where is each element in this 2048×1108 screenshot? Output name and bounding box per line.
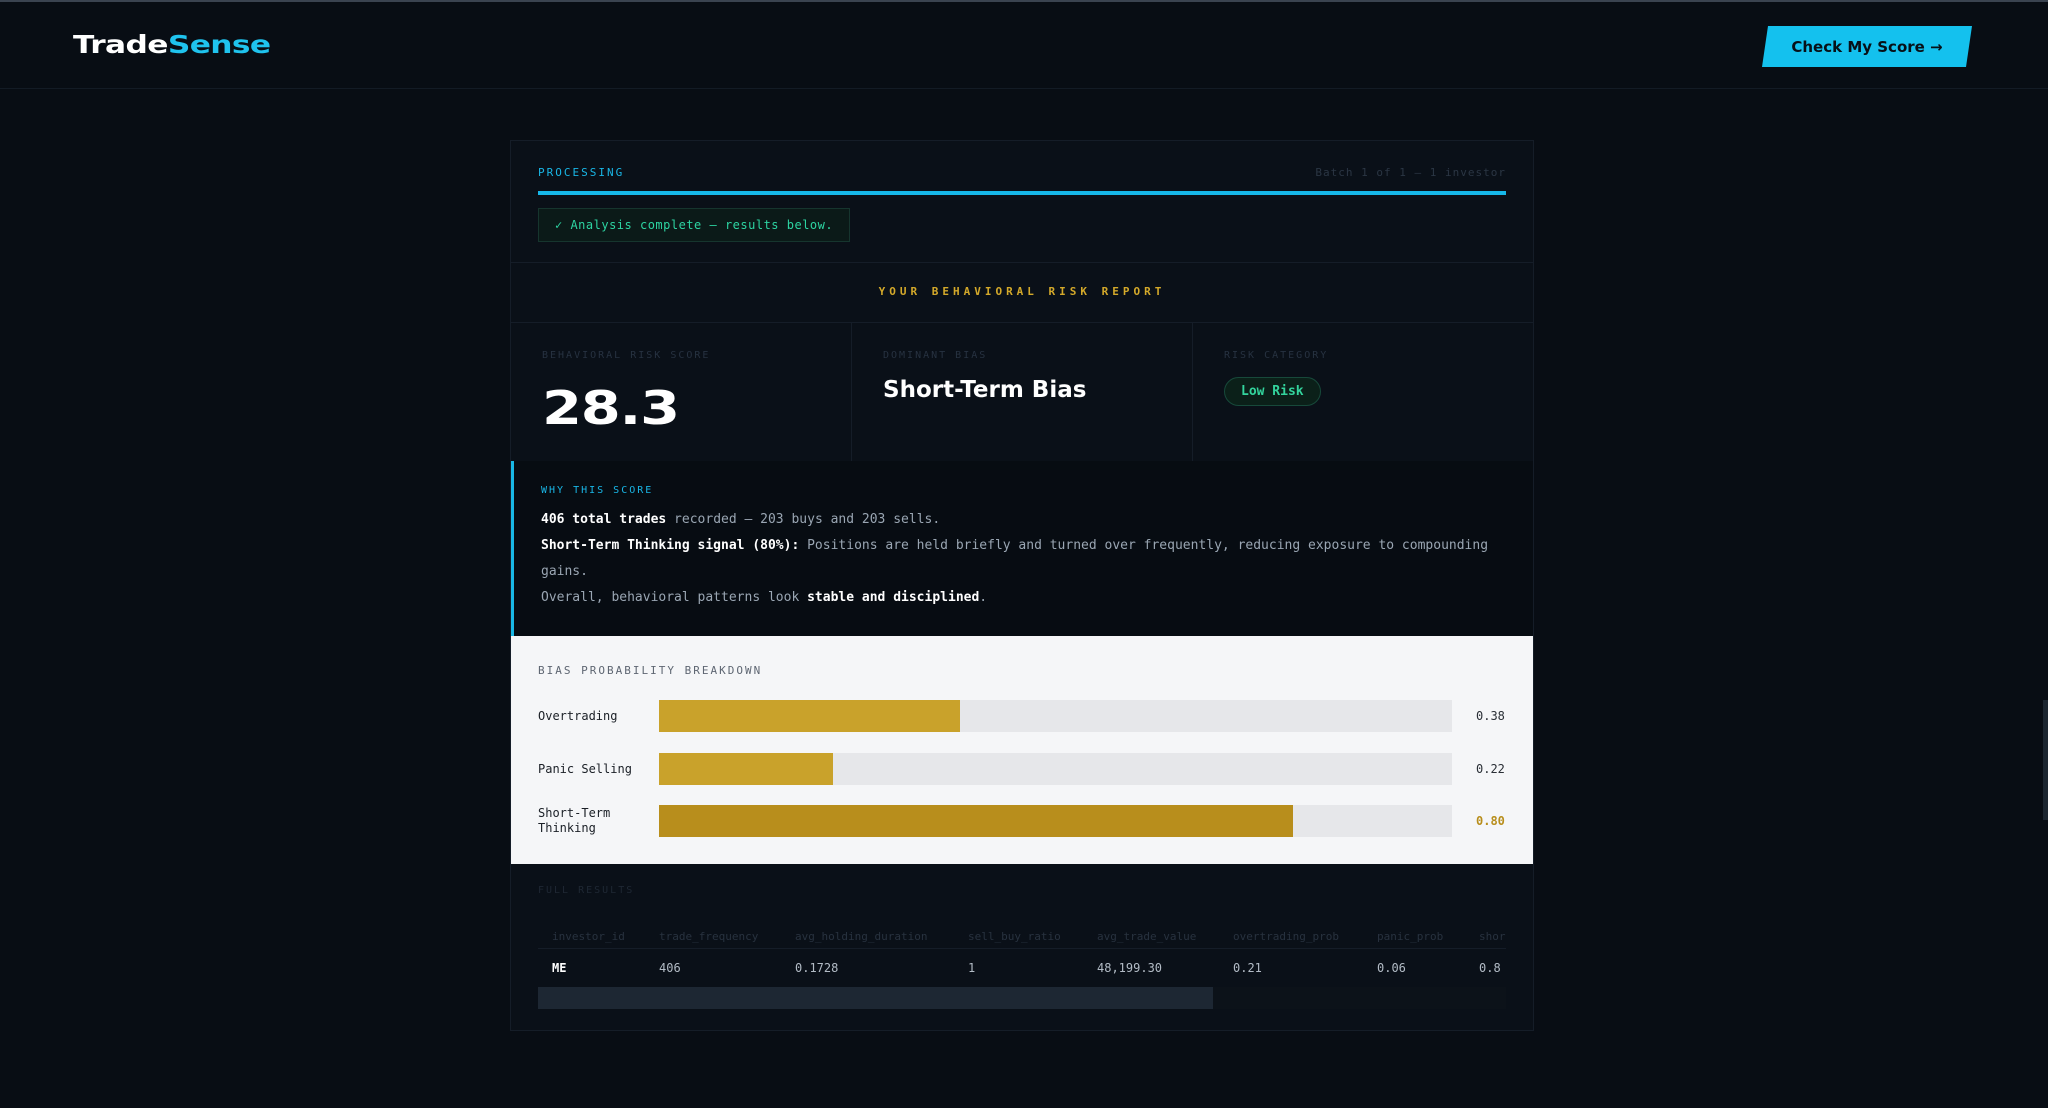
risk-category-label: RISK CATEGORY [1224, 350, 1329, 361]
bias-name: Overtrading [538, 708, 618, 723]
bias-row-short-term-thinking: Short-Term Thinking 0.80 [538, 805, 1508, 837]
col-header[interactable]: shor [1479, 924, 1506, 948]
cell-short-term-prob: 0.8 [1479, 961, 1501, 975]
cell-sell-buy-ratio: 1 [968, 961, 976, 975]
bias-bar [659, 805, 1294, 837]
page-scrollbar-thumb[interactable] [2043, 700, 2048, 820]
col-header[interactable]: avg_holding_duration [795, 924, 927, 948]
why-line-signal: Short-Term Thinking signal (80%): Positi… [541, 538, 1489, 579]
cell-avg-holding-duration: 0.1728 [795, 961, 839, 975]
logo-trade: Trade [73, 30, 168, 59]
risk-score-cell: BEHAVIORAL RISK SCORE 28.3 [511, 323, 852, 461]
top-nav: TradeSense Check My Score → [0, 2, 2048, 89]
risk-score-value: 28.3 [542, 381, 680, 435]
results-card: PROCESSING Batch 1 of 1 — 1 investor ✓ A… [510, 140, 1534, 1031]
table-row[interactable]: ME 406 0.1728 1 48,199.30 0.21 0.06 0.8 [538, 949, 1506, 987]
why-line-overall: Overall, behavioral patterns look stable… [541, 590, 988, 605]
bias-value: 0.80 [1476, 814, 1505, 828]
progress-fill [538, 191, 1506, 195]
tradesense-logo[interactable]: TradeSense [73, 30, 271, 59]
risk-category-cell: RISK CATEGORY Low Risk [1193, 323, 1533, 461]
why-line-trades: 406 total trades recorded — 203 buys and… [541, 512, 941, 527]
dominant-bias-label: DOMINANT BIAS [883, 350, 988, 361]
bias-track [659, 805, 1452, 837]
col-header[interactable]: sell_buy_ratio [968, 924, 1061, 948]
bias-bar [659, 753, 834, 785]
results-table-header: investor_id trade_frequency avg_holding_… [538, 924, 1506, 949]
analysis-complete-banner: ✓ Analysis complete — results below. [538, 208, 851, 242]
divider [511, 262, 1533, 263]
bias-name: Panic Selling [538, 761, 632, 776]
dominant-bias-value: Short-Term Bias [883, 377, 1087, 403]
bias-row-panic-selling: Panic Selling 0.22 [538, 753, 1508, 785]
cell-avg-trade-value: 48,199.30 [1097, 961, 1163, 975]
bias-track [659, 700, 1452, 732]
cell-overtrading-prob: 0.21 [1233, 961, 1262, 975]
bias-breakdown-panel: BIAS PROBABILITY BREAKDOWN Overtrading 0… [511, 636, 1533, 864]
cell-panic-prob: 0.06 [1377, 961, 1406, 975]
full-results-label: FULL RESULTS [538, 885, 635, 896]
risk-category-badge: Low Risk [1224, 377, 1321, 406]
cell-trade-frequency: 406 [659, 961, 681, 975]
metrics-row: BEHAVIORAL RISK SCORE 28.3 DOMINANT BIAS… [511, 323, 1533, 461]
scrollbar-thumb[interactable] [538, 987, 1213, 1009]
dominant-bias-cell: DOMINANT BIAS Short-Term Bias [852, 323, 1193, 461]
report-title: YOUR BEHAVIORAL RISK REPORT [878, 285, 1166, 298]
processing-label: PROCESSING [538, 166, 625, 179]
col-header[interactable]: trade_frequency [659, 924, 758, 948]
col-header[interactable]: overtrading_prob [1233, 924, 1339, 948]
cell-investor-id: ME [552, 961, 567, 975]
why-label: WHY THIS SCORE [541, 485, 654, 496]
table-horizontal-scrollbar[interactable] [538, 987, 1506, 1009]
bias-bar [659, 700, 961, 732]
bias-track [659, 753, 1452, 785]
col-header[interactable]: investor_id [552, 924, 625, 948]
progress-bar [538, 191, 1506, 195]
bias-name: Short-Term Thinking [538, 806, 611, 835]
batch-status: Batch 1 of 1 — 1 investor [1315, 166, 1506, 179]
risk-score-label: BEHAVIORAL RISK SCORE [542, 350, 711, 361]
why-this-score-panel: WHY THIS SCORE 406 total trades recorded… [511, 461, 1533, 636]
bias-value: 0.22 [1476, 762, 1505, 776]
why-explanation: 406 total trades recorded — 203 buys and… [541, 507, 1491, 611]
check-my-score-button[interactable]: Check My Score → [1762, 26, 1972, 67]
col-header[interactable]: panic_prob [1377, 924, 1443, 948]
bias-value: 0.38 [1476, 709, 1505, 723]
breakdown-label: BIAS PROBABILITY BREAKDOWN [538, 664, 763, 677]
logo-sense: Sense [167, 30, 271, 59]
bias-row-overtrading: Overtrading 0.38 [538, 700, 1508, 732]
col-header[interactable]: avg_trade_value [1097, 924, 1196, 948]
